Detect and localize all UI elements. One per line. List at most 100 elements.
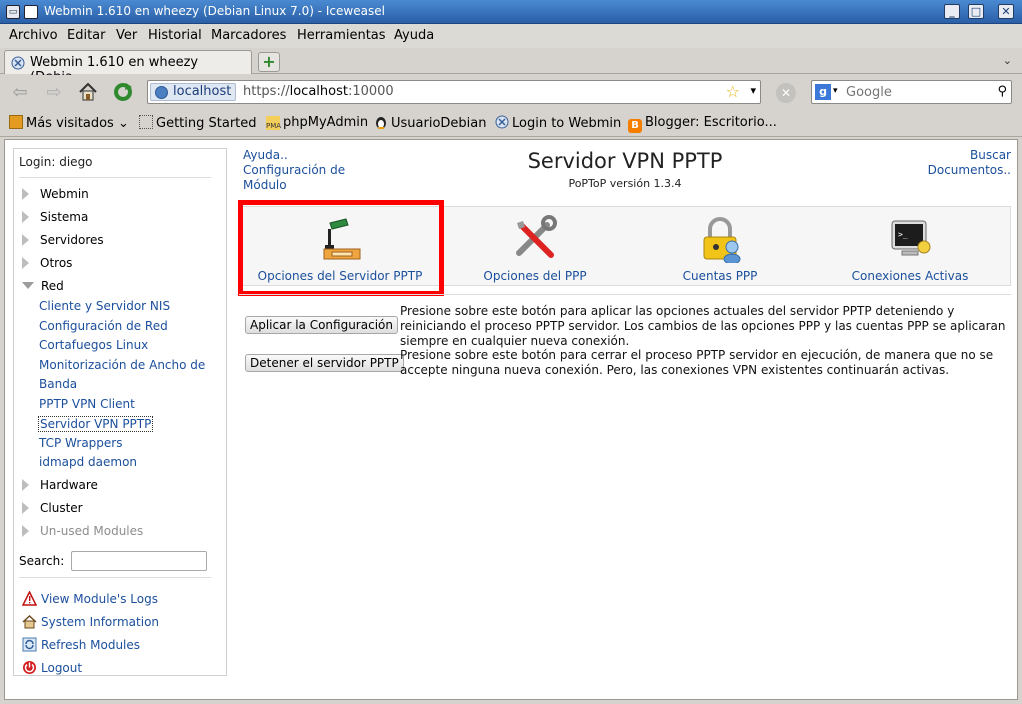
expand-arrow-icon: [22, 188, 29, 200]
sidebar-item-idmapd[interactable]: idmapd daemon: [39, 455, 137, 469]
power-icon: [22, 660, 37, 675]
menu-editar[interactable]: Editar: [67, 28, 106, 43]
page-icon: [139, 115, 153, 129]
category-red[interactable]: Red: [22, 279, 64, 293]
view-logs-link[interactable]: View Module's Logs: [21, 590, 158, 606]
webmin-favicon-icon: [11, 56, 25, 70]
expand-arrow-icon: [22, 525, 29, 537]
expand-arrow-icon: [22, 211, 29, 223]
site-identity-button[interactable]: localhost: [150, 83, 237, 101]
forward-icon[interactable]: ⇨: [42, 81, 66, 105]
sidebar-item-firewall[interactable]: Cortafuegos Linux: [39, 338, 148, 352]
url-host: localhost: [289, 84, 348, 99]
url-text[interactable]: https://localhost:10000: [243, 84, 394, 99]
page-title: Servidor VPN PPTP: [527, 149, 723, 173]
bookmark-label: Blogger: Escritorio...: [645, 115, 777, 130]
url-port: :10000: [347, 84, 394, 99]
engine-dropdown-icon[interactable]: ▾: [833, 86, 838, 96]
bookmark-getting-started[interactable]: Getting Started: [139, 115, 257, 131]
blogger-icon: B: [628, 119, 642, 133]
google-engine-icon[interactable]: g: [815, 84, 831, 100]
apply-config-button[interactable]: Aplicar la Configuración: [245, 316, 398, 334]
icon-active-connections[interactable]: >_ Conexiones Activas: [810, 207, 1010, 285]
sidebar-search-label: Search:: [19, 554, 65, 568]
tool-label: Logout: [41, 661, 83, 675]
sidebar-item-nis[interactable]: Cliente y Servidor NIS: [39, 299, 170, 313]
bookmark-blogger[interactable]: B Blogger: Escritorio...: [628, 115, 777, 133]
site-identity-label: localhost: [173, 84, 232, 99]
expand-arrow-icon: [22, 257, 29, 269]
web-search-box[interactable]: g ▾ ⚲: [811, 80, 1012, 104]
menu-ver[interactable]: Ver: [116, 28, 137, 43]
system-info-link[interactable]: System Information: [22, 614, 159, 629]
sidebar-item-pptp-server[interactable]: Servidor VPN PPTP: [38, 416, 154, 432]
divider: [239, 294, 1011, 295]
category-label: Hardware: [40, 478, 98, 492]
category-hardware[interactable]: Hardware: [22, 478, 98, 492]
category-label: Sistema: [40, 210, 89, 224]
category-unused[interactable]: Un-used Modules: [22, 524, 143, 538]
bookmark-label: phpMyAdmin: [283, 115, 369, 130]
menu-historial[interactable]: Historial: [148, 28, 202, 43]
tab-list-chevron-icon[interactable]: ⌄: [1003, 54, 1012, 67]
web-search-input[interactable]: [846, 84, 986, 100]
home-icon[interactable]: [76, 81, 100, 105]
url-dropdown-icon[interactable]: ▾: [750, 84, 756, 97]
menu-marcadores[interactable]: Marcadores: [211, 28, 286, 43]
sidebar-item-bandwidth-cont[interactable]: Banda: [39, 377, 77, 391]
webmin-icon: [495, 115, 509, 129]
expand-arrow-icon: [22, 234, 29, 246]
sidebar-item-pptp-client[interactable]: PPTP VPN Client: [39, 397, 135, 411]
terminal-icon: >_: [891, 220, 931, 256]
expand-arrow-icon: [22, 479, 29, 491]
sidebar-search-input[interactable]: [71, 551, 207, 571]
category-servidores[interactable]: Servidores: [22, 233, 104, 247]
menu-archivo[interactable]: Archivo: [9, 28, 58, 43]
url-bar[interactable]: localhost https://localhost:10000 ☆ ▾: [147, 80, 761, 104]
bookmark-usuariodebian[interactable]: UsuarioDebian: [374, 115, 486, 131]
status-bar: [0, 700, 1022, 704]
tux-icon: [374, 115, 388, 129]
sidebar-item-bandwidth[interactable]: Monitorización de Ancho de: [39, 358, 205, 372]
back-icon[interactable]: ⇦: [8, 81, 32, 105]
logout-link[interactable]: Logout: [22, 660, 82, 675]
bookmark-login-webmin[interactable]: Login to Webmin: [495, 115, 621, 131]
icon-ppp-options[interactable]: Opciones del PPP: [440, 207, 630, 285]
window-titlebar: ▭ Webmin 1.610 en wheezy (Debian Linux 7…: [0, 0, 1022, 24]
category-label: Cluster: [40, 501, 83, 515]
category-otros[interactable]: Otros: [22, 256, 72, 270]
refresh-modules-link[interactable]: Refresh Modules: [22, 637, 140, 652]
bookmark-phpmyadmin[interactable]: PMA phpMyAdmin: [266, 115, 368, 130]
category-webmin[interactable]: Webmin: [22, 187, 89, 201]
bookmark-label: Getting Started: [156, 116, 257, 131]
category-label: Servidores: [40, 233, 104, 247]
menu-herramientas[interactable]: Herramientas: [297, 28, 386, 43]
browser-tab-active[interactable]: Webmin 1.610 en wheezy (Debia...: [4, 50, 252, 85]
refresh-icon: [22, 637, 37, 652]
reload-icon[interactable]: [111, 81, 135, 105]
close-icon[interactable]: ✕: [998, 4, 1014, 19]
folder-icon: [9, 115, 23, 129]
module-main: Ayuda.. Configuración de Módulo Buscar D…: [235, 140, 1015, 696]
category-cluster[interactable]: Cluster: [22, 501, 83, 515]
icon-ppp-accounts[interactable]: Cuentas PPP: [630, 207, 810, 285]
stop-server-button[interactable]: Detener el servidor PPTP: [245, 354, 404, 372]
webmin-sidebar: Login: diego Webmin Sistema Servidores O…: [13, 148, 227, 676]
bookmark-star-icon[interactable]: ☆: [726, 82, 740, 101]
bookmark-mas-visitados[interactable]: Más visitados ⌄: [9, 115, 129, 131]
minimize-icon[interactable]: _: [944, 4, 960, 19]
menu-ayuda[interactable]: Ayuda: [394, 28, 434, 43]
new-tab-button[interactable]: +: [258, 52, 280, 72]
globe-icon: [155, 86, 168, 99]
sidebar-item-tcp-wrappers[interactable]: TCP Wrappers: [39, 436, 122, 450]
house-icon: [22, 614, 37, 629]
sidebar-item-red-config[interactable]: Configuración de Red: [39, 319, 168, 333]
svg-text:>_: >_: [898, 230, 908, 239]
window-menu-icon[interactable]: ▭: [6, 5, 20, 19]
category-sistema[interactable]: Sistema: [22, 210, 88, 224]
binoculars-icon[interactable]: ⚲: [997, 84, 1007, 99]
category-label: Otros: [40, 256, 73, 270]
apply-config-description: Presione sobre este botón para aplicar l…: [400, 304, 1006, 348]
maximize-icon[interactable]: □: [968, 4, 984, 19]
stop-icon[interactable]: ✕: [776, 83, 796, 103]
